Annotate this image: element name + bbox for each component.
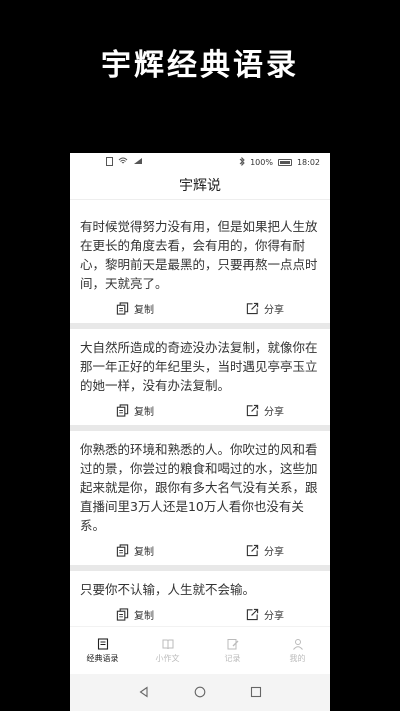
quote-doc-icon bbox=[97, 638, 108, 650]
quote-card: 大自然所造成的奇迹没办法复制，就像你在那一年正好的年纪里头，当时遇见亭亭玉立的她… bbox=[70, 329, 330, 425]
copy-label: 复制 bbox=[134, 406, 154, 418]
promo-title: 宇辉经典语录 bbox=[101, 48, 299, 83]
copy-icon bbox=[116, 543, 129, 557]
person-icon bbox=[292, 639, 303, 650]
tab-label: 小作文 bbox=[155, 654, 180, 663]
quote-card: 有时候觉得努力没有用，但是如果把人生放在更长的角度去看，会有用的，你得有耐心，黎… bbox=[70, 208, 330, 323]
tab-mine[interactable]: 我的 bbox=[265, 627, 330, 675]
copy-icon bbox=[116, 301, 129, 315]
copy-button[interactable]: 复制 bbox=[70, 543, 200, 558]
copy-icon bbox=[116, 403, 129, 417]
clock: 18:02 bbox=[296, 157, 320, 167]
tab-label: 我的 bbox=[289, 654, 306, 663]
quote-actions: 复制 分享 bbox=[70, 599, 330, 629]
share-label: 分享 bbox=[264, 546, 284, 558]
tab-label: 记录 bbox=[224, 654, 241, 663]
share-icon bbox=[246, 302, 259, 314]
quote-actions: 复制 分享 bbox=[70, 535, 330, 565]
copy-button[interactable]: 复制 bbox=[70, 301, 200, 316]
bluetooth-icon bbox=[239, 156, 245, 168]
share-label: 分享 bbox=[264, 610, 284, 622]
copy-label: 复制 bbox=[134, 304, 154, 316]
copy-label: 复制 bbox=[134, 546, 154, 558]
share-button[interactable]: 分享 bbox=[200, 607, 330, 622]
quote-actions: 复制 分享 bbox=[70, 395, 330, 425]
quote-feed[interactable]: 有时候觉得努力没有用，但是如果把人生放在更长的角度去看，会有用的，你得有耐心，黎… bbox=[70, 208, 330, 629]
bottom-tab-bar: 经典语录 小作文 记录 我的 bbox=[70, 626, 330, 675]
quote-actions: 复制 分享 bbox=[70, 293, 330, 323]
quote-text: 大自然所造成的奇迹没办法复制，就像你在那一年正好的年纪里头，当时遇见亭亭玉立的她… bbox=[80, 340, 318, 393]
nav-back-icon[interactable] bbox=[138, 683, 150, 702]
tab-records[interactable]: 记录 bbox=[200, 627, 265, 675]
quote-text: 只要你不认输，人生就不会输。 bbox=[80, 582, 256, 597]
tab-classic-quotes[interactable]: 经典语录 bbox=[70, 627, 135, 675]
quote-text: 你熟悉的环境和熟悉的人。你吹过的风和看过的景，你尝过的粮食和喝过的水，这些加起来… bbox=[80, 442, 318, 533]
status-bar: 100% 18:02 bbox=[70, 153, 330, 171]
quote-card: 只要你不认输，人生就不会输。 复制 分享 bbox=[70, 571, 330, 629]
copy-button[interactable]: 复制 bbox=[70, 607, 200, 622]
nav-home-icon[interactable] bbox=[194, 683, 206, 702]
quote-text: 有时候觉得努力没有用，但是如果把人生放在更长的角度去看，会有用的，你得有耐心，黎… bbox=[80, 219, 318, 291]
tab-label: 经典语录 bbox=[86, 654, 119, 663]
system-nav-bar bbox=[70, 674, 330, 711]
battery-icon bbox=[277, 158, 292, 166]
app-title: 宇辉说 bbox=[70, 171, 330, 200]
share-button[interactable]: 分享 bbox=[200, 403, 330, 418]
copy-button[interactable]: 复制 bbox=[70, 403, 200, 418]
edit-icon bbox=[227, 639, 238, 650]
share-label: 分享 bbox=[264, 406, 284, 418]
share-icon bbox=[246, 544, 259, 556]
quote-card: 你熟悉的环境和熟悉的人。你吹过的风和看过的景，你尝过的粮食和喝过的水，这些加起来… bbox=[70, 431, 330, 565]
copy-label: 复制 bbox=[134, 610, 154, 622]
wifi-icon bbox=[118, 157, 128, 167]
share-icon bbox=[246, 608, 259, 620]
tab-short-essay[interactable]: 小作文 bbox=[135, 627, 200, 675]
share-label: 分享 bbox=[264, 304, 284, 316]
share-icon bbox=[246, 404, 259, 416]
battery-percent: 100% bbox=[250, 157, 273, 167]
signal-icon bbox=[133, 157, 143, 167]
sim-icon bbox=[106, 156, 113, 168]
book-icon bbox=[162, 639, 173, 650]
share-button[interactable]: 分享 bbox=[200, 301, 330, 316]
copy-icon bbox=[116, 607, 129, 621]
share-button[interactable]: 分享 bbox=[200, 543, 330, 558]
nav-recents-icon[interactable] bbox=[250, 683, 262, 702]
phone-screen: 100% 18:02 宇辉说 有时候觉得努力没有用，但是如果把人生放在更长的角度… bbox=[70, 153, 330, 711]
